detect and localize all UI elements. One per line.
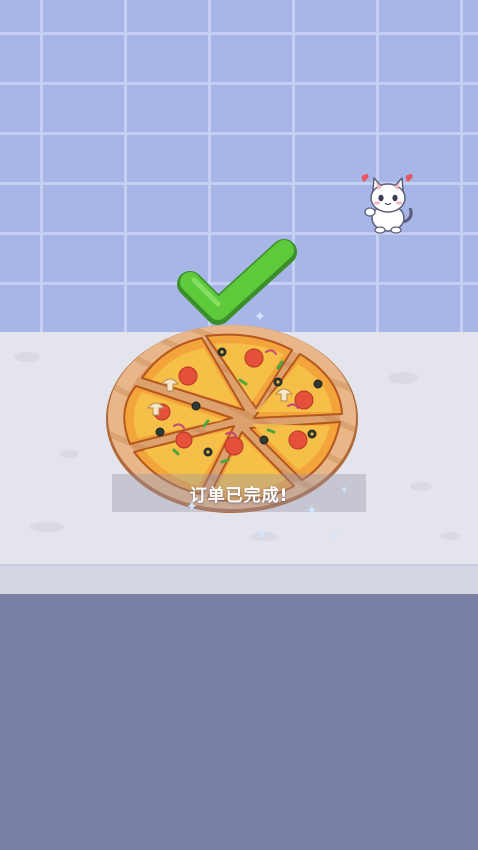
sparkle-icon: ✦ — [254, 309, 266, 325]
counter-speck — [14, 352, 40, 362]
counter-front — [0, 594, 478, 850]
sparkle-icon: ✦ — [306, 503, 318, 519]
counter-speck — [410, 482, 432, 491]
sparkle-icon: ✦ — [340, 485, 349, 496]
counter-speck — [440, 532, 460, 540]
counter-speck — [388, 372, 418, 384]
sparkle-icon: ✦ — [186, 499, 198, 515]
heart-icon — [361, 174, 413, 182]
counter-speck — [30, 522, 64, 532]
counter-speck — [60, 450, 78, 458]
counter-edge — [0, 564, 478, 594]
order-complete-text: 订单已完成! — [189, 485, 289, 506]
sparkle-icon: ✦ — [330, 529, 340, 542]
tile-grout — [0, 82, 478, 85]
sparkle-icon: ✦ — [256, 527, 268, 543]
checkmark-icon — [177, 239, 297, 325]
cat-mascot-icon — [361, 174, 413, 234]
tile-grout — [0, 32, 478, 35]
order-complete-banner: 订单已完成! — [112, 474, 366, 512]
tile-grout — [0, 132, 478, 135]
